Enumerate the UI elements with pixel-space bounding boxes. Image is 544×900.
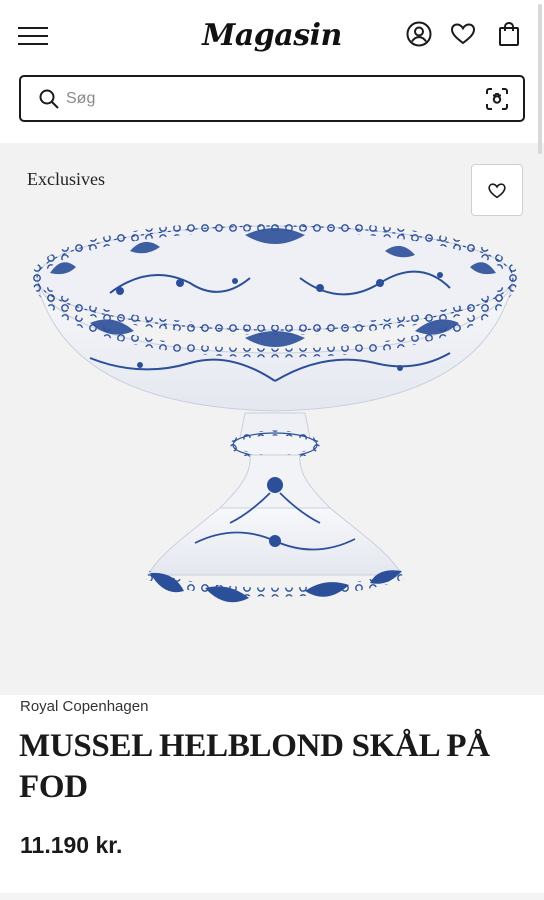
scrollbar[interactable] [538,4,542,154]
shopping-bag-icon[interactable] [495,20,523,48]
search-bar [19,75,525,122]
product-price: 11.190 kr. [20,832,123,858]
exclusives-badge: Exclusives [27,169,105,189]
camera-scan-icon[interactable] [485,87,509,111]
heart-icon [488,183,506,199]
product-image[interactable] [30,223,520,623]
add-to-wishlist-button[interactable] [471,164,523,216]
account-icon[interactable] [405,20,433,48]
site-header: Magasin [0,0,544,72]
search-input[interactable] [66,85,466,112]
product-image-gallery[interactable]: Exclusives [0,143,544,695]
section-divider [0,893,544,900]
product-brand[interactable]: Royal Copenhagen [20,698,148,715]
product-title: MUSSEL HELBLOND SKÅL PÅ FOD [19,728,490,805]
heart-icon[interactable] [449,20,477,48]
search-icon[interactable] [38,88,60,110]
